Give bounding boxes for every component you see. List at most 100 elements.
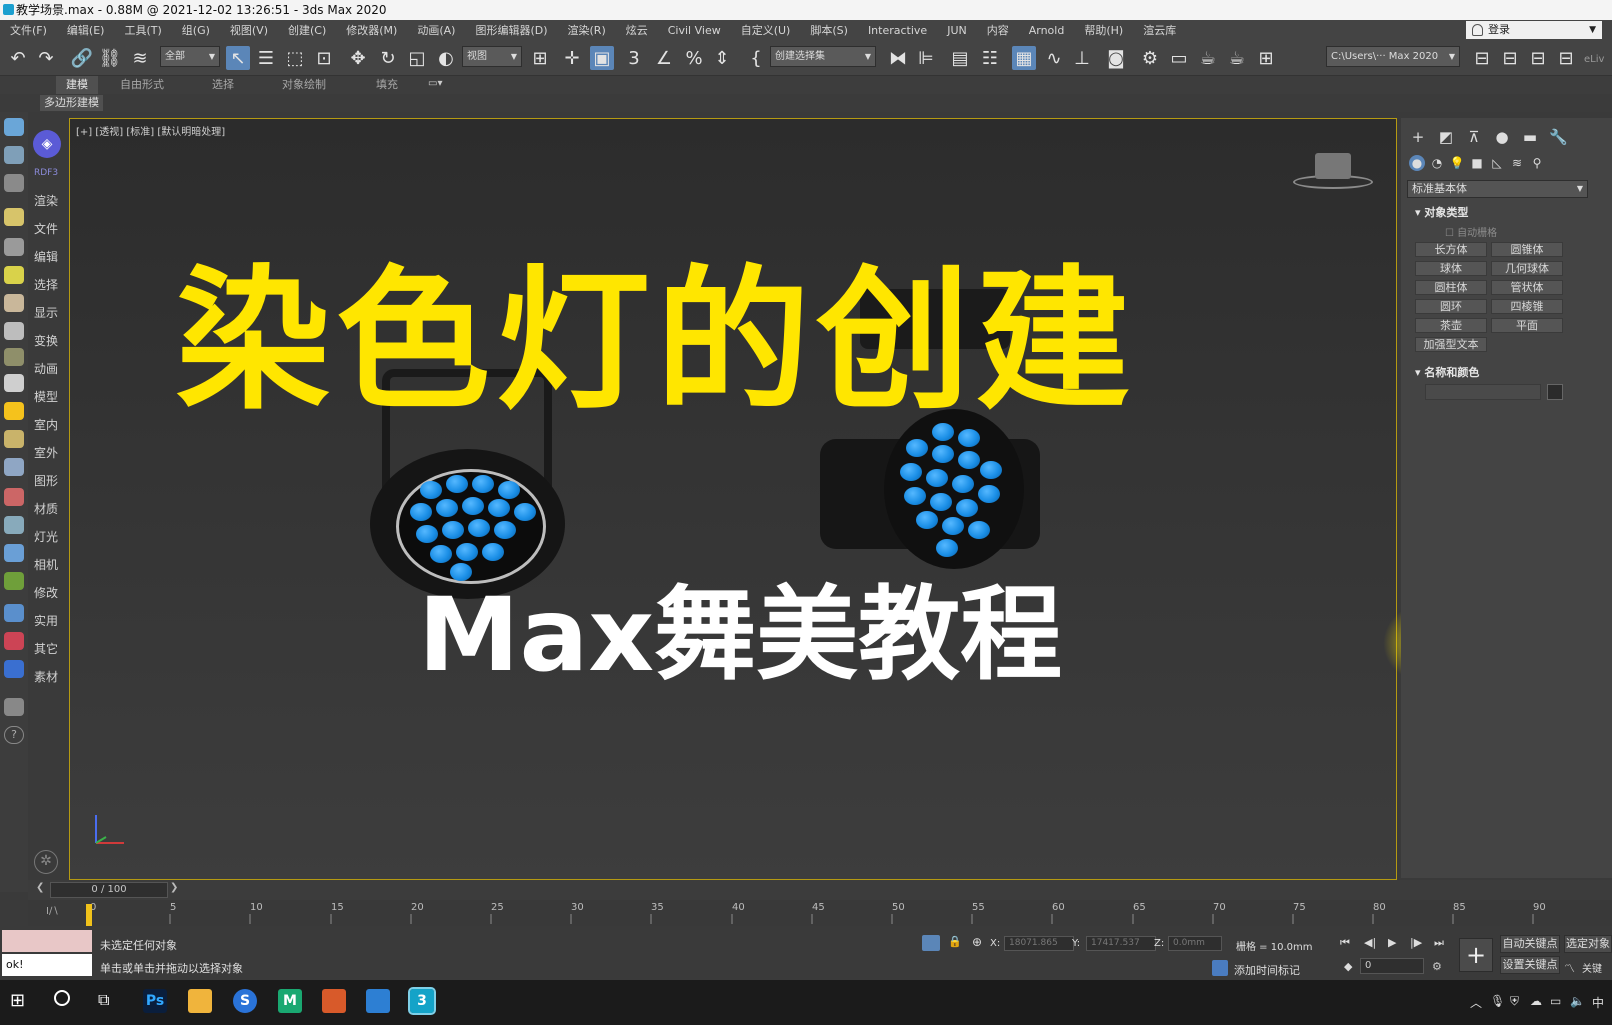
- percent-snap-icon[interactable]: %: [682, 46, 706, 70]
- curve-editor-icon[interactable]: ∿: [1042, 46, 1066, 70]
- project-folder-icon[interactable]: ⊟: [1470, 46, 1494, 70]
- menu-interactive[interactable]: Interactive: [858, 24, 937, 37]
- move-icon[interactable]: ✥: [346, 46, 370, 70]
- menu-file[interactable]: 文件(F): [0, 22, 57, 38]
- teapot-button[interactable]: 茶壶: [1415, 318, 1487, 333]
- office-icon[interactable]: 办公: [322, 989, 346, 1013]
- align-icon[interactable]: ⊫: [914, 46, 938, 70]
- ribbon-tab-freeform[interactable]: 自由形式: [110, 76, 174, 94]
- menu-edit[interactable]: 编辑(E): [57, 22, 115, 38]
- add-time-tag-button[interactable]: 添加时间标记: [1234, 962, 1300, 978]
- go-to-start-icon[interactable]: ⏮: [1340, 936, 1350, 950]
- teapot-icon[interactable]: [4, 118, 24, 136]
- next-frame-icon[interactable]: |▶: [1410, 936, 1422, 949]
- isolate-selection-icon[interactable]: [922, 935, 940, 951]
- rdf-plugin-logo-icon[interactable]: ◈: [33, 130, 61, 158]
- selected-objects-dropdown[interactable]: 选定对象: [1564, 935, 1612, 953]
- render-production-icon[interactable]: ☕: [1196, 46, 1220, 70]
- sphere-icon[interactable]: [4, 430, 24, 448]
- menu-help[interactable]: 帮助(H): [1074, 22, 1133, 38]
- plugin-menu-camera[interactable]: 相机: [34, 556, 58, 573]
- time-slider-thumb[interactable]: 0 / 100: [50, 882, 168, 898]
- selection-filter-dropdown[interactable]: 全部 ▼: [160, 46, 220, 67]
- absolute-mode-icon[interactable]: ⊕: [972, 935, 982, 949]
- ribbon-tab-object-paint[interactable]: 对象绘制: [272, 76, 336, 94]
- layer-explorer-icon[interactable]: ☷: [978, 46, 1002, 70]
- globe-icon[interactable]: [4, 604, 24, 622]
- menu-customize[interactable]: 自定义(U): [731, 22, 801, 38]
- windows-start-icon[interactable]: ⊞: [10, 990, 25, 1011]
- scale-icon[interactable]: ◱: [405, 46, 429, 70]
- menu-create[interactable]: 创建(C): [278, 22, 336, 38]
- render-cloud-icon[interactable]: ⊞: [1254, 46, 1278, 70]
- help-icon[interactable]: ?: [4, 726, 24, 744]
- box-button[interactable]: 长方体: [1415, 242, 1487, 257]
- window-crossing-icon[interactable]: ⊡: [312, 46, 336, 70]
- plugin-menu-other[interactable]: 其它: [34, 640, 58, 657]
- lock-selection-icon[interactable]: 🔒: [948, 935, 962, 948]
- current-frame-field[interactable]: 0: [1360, 958, 1424, 974]
- material-editor-icon[interactable]: ◙: [1104, 46, 1128, 70]
- save-project-icon[interactable]: ⊟: [1526, 46, 1550, 70]
- plane-button[interactable]: 平面: [1491, 318, 1563, 333]
- object-name-field[interactable]: [1425, 384, 1541, 400]
- plugin-menu-edit[interactable]: 编辑: [34, 248, 58, 265]
- y-coordinate-field[interactable]: 17417.537: [1086, 936, 1156, 951]
- geosphere-button[interactable]: 几何球体: [1491, 261, 1563, 276]
- plugin-menu-render[interactable]: 渲染: [34, 192, 58, 209]
- select-manipulate-icon[interactable]: ✛: [560, 46, 584, 70]
- brush-icon[interactable]: [4, 488, 24, 506]
- menu-graph-editors[interactable]: 图形编辑器(D): [465, 22, 557, 38]
- hierarchy-tab-icon[interactable]: ⊼: [1465, 128, 1483, 146]
- bowl-icon[interactable]: [4, 348, 24, 366]
- redo-icon[interactable]: ↷: [34, 46, 58, 70]
- plugin-menu-light[interactable]: 灯光: [34, 528, 58, 545]
- 3dsmax-taskbar-icon[interactable]: 3: [408, 987, 436, 1015]
- set-key-icon[interactable]: +: [1459, 938, 1493, 972]
- object-color-swatch[interactable]: [1547, 384, 1563, 400]
- bone-icon[interactable]: [4, 516, 24, 534]
- motion-tab-icon[interactable]: ●: [1493, 128, 1511, 146]
- tube-button[interactable]: 管状体: [1491, 280, 1563, 295]
- login-dropdown[interactable]: 登录 ▼: [1466, 21, 1602, 39]
- menu-scripting[interactable]: 脚本(S): [800, 22, 858, 38]
- menu-animation[interactable]: 动画(A): [407, 22, 465, 38]
- render-setup-icon[interactable]: ⚙: [1138, 46, 1162, 70]
- utilities-tab-icon[interactable]: 🔧: [1549, 128, 1568, 146]
- snaps-toggle-icon[interactable]: 3: [622, 46, 646, 70]
- maxscript-output[interactable]: ok!: [2, 954, 92, 976]
- display-tab-icon[interactable]: ▬: [1521, 128, 1539, 146]
- playhead-marker[interactable]: [86, 904, 92, 926]
- plugin-menu-assets[interactable]: 素材: [34, 668, 58, 685]
- maxscript-listener[interactable]: ok!: [2, 930, 92, 976]
- image-icon[interactable]: [4, 174, 24, 192]
- project-path-dropdown[interactable]: C:\Users\··· Max 2020 ▼: [1326, 46, 1460, 67]
- microphone-icon[interactable]: 🎙: [1490, 994, 1505, 1008]
- pivot-center-icon[interactable]: ⊞: [528, 46, 552, 70]
- text-plus-button[interactable]: 加强型文本: [1415, 337, 1487, 352]
- plugin-menu-model[interactable]: 模型: [34, 388, 58, 405]
- viewcube-icon[interactable]: [1315, 153, 1351, 179]
- shield-icon[interactable]: ⛨: [1510, 994, 1519, 1009]
- menu-arnold[interactable]: Arnold: [1019, 24, 1075, 37]
- file-explorer-icon[interactable]: 文件: [188, 989, 212, 1013]
- primitive-category-dropdown[interactable]: 标准基本体 ▼: [1407, 180, 1588, 198]
- play-icon[interactable]: ▶: [1388, 936, 1396, 949]
- helpers-icon[interactable]: ◺: [1489, 155, 1505, 171]
- menu-modifiers[interactable]: 修改器(M): [336, 22, 407, 38]
- schematic-view-icon[interactable]: ⊥: [1070, 46, 1094, 70]
- ribbon-tab-populate[interactable]: 填充: [366, 76, 408, 94]
- lights-icon[interactable]: 💡: [1449, 155, 1465, 171]
- plugin-menu-animation[interactable]: 动画: [34, 360, 58, 377]
- color-balls-icon[interactable]: [4, 632, 24, 650]
- time-next-icon[interactable]: ❯: [170, 882, 178, 893]
- plant-icon[interactable]: [4, 572, 24, 590]
- track-view-icon[interactable]: I∕∖: [46, 906, 59, 917]
- torus-button[interactable]: 圆环: [1415, 299, 1487, 314]
- select-object-icon[interactable]: ↖: [226, 46, 250, 70]
- photos-icon[interactable]: 照片: [366, 989, 390, 1013]
- plugin-menu-shape[interactable]: 图形: [34, 472, 58, 489]
- menu-views[interactable]: 视图(V): [220, 22, 278, 38]
- plugin-menu-select[interactable]: 选择: [34, 276, 58, 293]
- ribbon-tab-selection[interactable]: 选择: [202, 76, 244, 94]
